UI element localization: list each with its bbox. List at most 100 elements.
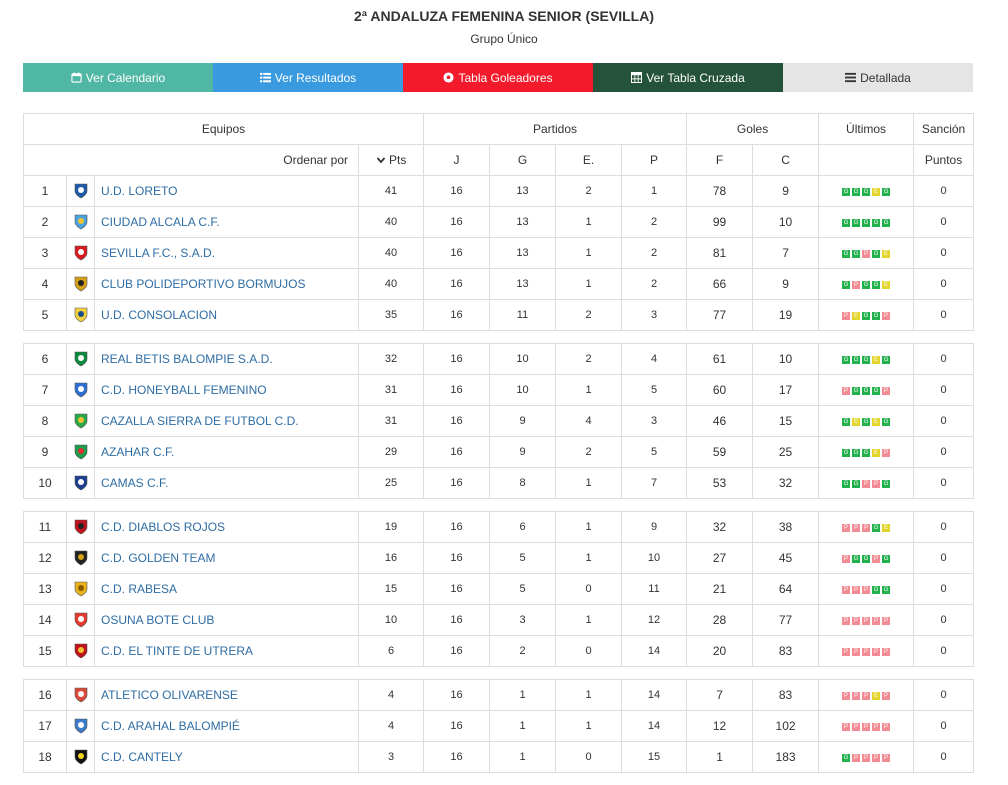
goals-against-cell: 7: [752, 237, 820, 269]
team-crest-icon: [66, 604, 95, 636]
sanction-cell: 0: [913, 635, 975, 667]
team-name-link[interactable]: C.D. EL TINTE DE UTRERA: [94, 635, 359, 667]
sanction-cell: 0: [913, 343, 975, 375]
last-results-cell: GPGGE: [818, 268, 915, 300]
ultimos-header: Últimos: [818, 113, 915, 145]
result-chip: P: [852, 616, 861, 625]
goals-against-cell: 10: [752, 206, 820, 238]
last-results-cell: GGPGE: [818, 237, 915, 269]
result-chip: P: [852, 280, 861, 289]
position-cell: 8: [23, 405, 67, 437]
played-cell: 16: [423, 679, 490, 711]
result-chip: P: [882, 647, 891, 656]
team-name-link[interactable]: OSUNA BOTE CLUB: [94, 604, 359, 636]
standings-body: 1 U.D. LORETO 41 16 13 2 1 78 9 G G G E G 0 2 CIUDAD ALC…: [23, 175, 975, 773]
table-row: 1 U.D. LORETO 41 16 13 2 1 78 9 G G G E G 0: [23, 175, 975, 207]
sort-pts-button[interactable]: Pts: [358, 144, 424, 176]
result-chip: G: [842, 218, 851, 227]
played-cell: 16: [423, 542, 490, 574]
ver-tabla-cruzada-button[interactable]: Ver Tabla Cruzada: [593, 63, 783, 92]
won-cell: 5: [489, 542, 556, 574]
table-row: 12 C.D. GOLDEN TEAM 16 16 5 1 10 27 45 P G G P G 0: [23, 542, 975, 574]
lost-cell: 11: [620, 573, 688, 605]
goals-against-cell: 9: [752, 268, 820, 300]
position-cell: 17: [23, 710, 67, 742]
result-chip: P: [872, 753, 881, 762]
pts-header-label: Pts: [389, 153, 407, 167]
result-chip: G: [882, 585, 891, 594]
goals-for-cell: 66: [686, 268, 754, 300]
detallada-button[interactable]: Detallada: [783, 63, 973, 92]
position-cell: 7: [23, 374, 67, 406]
drawn-cell: 2: [555, 175, 622, 207]
result-chip: P: [882, 616, 891, 625]
lost-cell: 3: [620, 405, 688, 437]
team-name-link[interactable]: U.D. CONSOLACION: [94, 299, 359, 331]
team-crest-icon: [66, 374, 95, 406]
won-cell: 1: [489, 741, 556, 773]
table-row: 10 CAMAS C.F. 25 16 8 1 7 53 32 G G P P G 0: [23, 467, 975, 499]
result-chip: G: [872, 523, 881, 532]
tabla-goleadores-button[interactable]: Tabla Goleadores: [403, 63, 593, 92]
table-row: 16 ATLETICO OLIVARENSE 4 16 1 1 14 7 83 P P P E P 0: [23, 679, 975, 711]
last-results-cell: PGGGP: [818, 374, 915, 406]
goals-for-cell: 81: [686, 237, 754, 269]
team-name-link[interactable]: C.D. RABESA: [94, 573, 359, 605]
table-row: 17 C.D. ARAHAL BALOMPIÉ 4 16 1 1 14 12 102 P P P P P 0: [23, 710, 975, 742]
team-name-link[interactable]: REAL BETIS BALOMPIE S.A.D.: [94, 343, 359, 375]
team-name-link[interactable]: CIUDAD ALCALA C.F.: [94, 206, 359, 238]
played-cell: 16: [423, 206, 490, 238]
goals-against-cell: 64: [752, 573, 820, 605]
lost-cell: 2: [620, 206, 688, 238]
result-chip: P: [852, 722, 861, 731]
lost-cell: 7: [620, 467, 688, 499]
team-name-link[interactable]: C.D. HONEYBALL FEMENINO: [94, 374, 359, 406]
points-cell: 16: [358, 542, 424, 574]
team-name-link[interactable]: C.D. ARAHAL BALOMPIÉ: [94, 710, 359, 742]
table-row: 7 C.D. HONEYBALL FEMENINO 31 16 10 1 5 60 17 P G G G…: [23, 374, 975, 406]
lost-cell: 9: [620, 511, 688, 543]
puntos-header: Puntos: [913, 144, 975, 176]
points-cell: 40: [358, 206, 424, 238]
result-chip: P: [882, 311, 891, 320]
result-chip: P: [862, 616, 871, 625]
played-cell: 16: [423, 604, 490, 636]
sanction-cell: 0: [913, 511, 975, 543]
result-chip: P: [842, 523, 851, 532]
table-row: 5 U.D. CONSOLACION 35 16 11 2 3 77 19 P E G G P 0: [23, 299, 975, 331]
played-cell: 16: [423, 268, 490, 300]
won-cell: 5: [489, 573, 556, 605]
lost-cell: 5: [620, 374, 688, 406]
team-crest-icon: [66, 511, 95, 543]
partidos-header: Partidos: [422, 113, 688, 145]
team-name-link[interactable]: C.D. CANTELY: [94, 741, 359, 773]
team-name-link[interactable]: CAMAS C.F.: [94, 467, 359, 499]
goals-for-cell: 28: [686, 604, 754, 636]
won-cell: 8: [489, 467, 556, 499]
goals-for-cell: 53: [686, 467, 754, 499]
ver-resultados-button[interactable]: Ver Resultados: [213, 63, 403, 92]
result-chip: P: [862, 523, 871, 532]
result-chip: G: [842, 479, 851, 488]
points-cell: 10: [358, 604, 424, 636]
result-chip: P: [842, 311, 851, 320]
goals-against-cell: 32: [752, 467, 820, 499]
goles-header: Goles: [686, 113, 820, 145]
team-name-link[interactable]: U.D. LORETO: [94, 175, 359, 207]
nav-bar: Ver Calendario Ver Resultados Tabla Gole…: [23, 63, 973, 92]
goals-against-cell: 102: [752, 710, 820, 742]
last-results-cell: GGGEG: [818, 175, 915, 207]
team-name-link[interactable]: C.D. DIABLOS ROJOS: [94, 511, 359, 543]
team-name-link[interactable]: ATLETICO OLIVARENSE: [94, 679, 359, 711]
team-name-link[interactable]: CLUB POLIDEPORTIVO BORMUJOS: [94, 268, 359, 300]
team-name-link[interactable]: C.D. GOLDEN TEAM: [94, 542, 359, 574]
team-name-link[interactable]: AZAHAR C.F.: [94, 436, 359, 468]
lost-cell: 1: [620, 175, 688, 207]
team-name-link[interactable]: CAZALLA SIERRA DE FUTBOL C.D.: [94, 405, 359, 437]
group-separator: [23, 666, 974, 680]
team-name-link[interactable]: SEVILLA F.C., S.A.D.: [94, 237, 359, 269]
won-cell: 13: [489, 268, 556, 300]
ver-calendario-button[interactable]: Ver Calendario: [23, 63, 213, 92]
team-crest-icon: [66, 237, 95, 269]
goals-against-cell: 45: [752, 542, 820, 574]
